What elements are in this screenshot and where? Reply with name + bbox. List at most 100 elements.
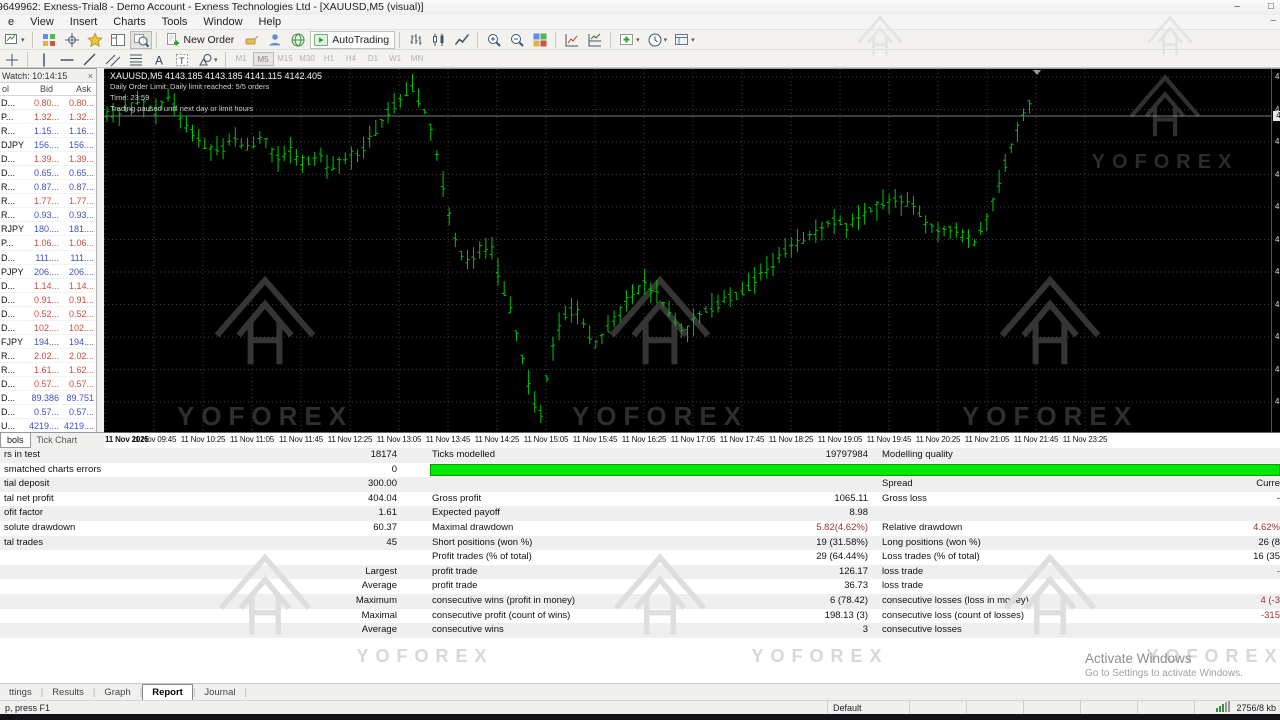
market-watch-row[interactable]: PJPY 206.... 206.... [0,265,96,279]
new-order-button[interactable]: New Order [162,31,241,49]
layouts-button[interactable] [107,31,129,49]
market-watch-row[interactable]: D... 1.39... 1.39... [0,152,96,167]
template-button[interactable]: ▾ [671,31,698,49]
market-watch-row[interactable]: RJPY 180.... 181.... [0,222,96,237]
close-icon[interactable]: × [88,69,93,83]
menu-item-view[interactable]: View [22,15,62,30]
market-watch-row[interactable]: D... 1.14... 1.14... [0,279,96,293]
timeframe-mn-button[interactable]: MN [407,52,428,66]
market-watch-row[interactable]: D... 0.80... 0.80... [0,96,96,111]
market-watch-row[interactable]: D... 102.... 102.... [0,321,96,335]
market-watch-row[interactable]: D... 0.52... 0.52... [0,307,96,321]
time-tick-label: 11 Nov 17:45 [719,435,765,444]
text-label-button[interactable]: A [148,51,170,69]
tester-tab-journal[interactable]: Journal [195,685,244,700]
market-watch-row[interactable]: D... 0.91... 0.91... [0,293,96,307]
horizontal-line-button[interactable] [56,51,78,69]
line-chart-button[interactable] [451,31,473,49]
expert-advisor-button[interactable] [264,31,286,49]
chart-window-button[interactable]: ▾ [1,31,28,49]
market-watch-row[interactable]: P... 1.32... 1.32... [0,110,96,125]
menu-item-charts[interactable]: Charts [105,15,153,30]
autotrading-button[interactable]: AutoTrading [310,31,396,49]
market-watch-row[interactable]: P... 1.06... 1.06... [0,236,96,251]
market-watch-row[interactable]: D... 89.386 89.751 [0,391,96,406]
zoom-in-button[interactable] [483,31,505,49]
timeframe-d1-button[interactable]: D1 [363,52,384,66]
chart-canvas[interactable] [104,69,1272,432]
tile-windows-button[interactable] [529,31,551,49]
time-tick-label: 11 Nov 17:05 [670,435,716,444]
chart-window[interactable]: YOFOREX YOFOREX YOFOREX YOFOREX 44444444444… [104,68,1280,432]
indicator-chart-button[interactable] [584,31,606,49]
time-axis[interactable]: 11 Nov 2025 11 Nov 09:45 11 Nov 10:25 11 No… [104,432,1280,448]
market-watch-tab-tick-chart[interactable]: Tick Chart [31,433,84,447]
shapes-button[interactable]: ▾ [194,51,221,69]
symbol-name: D... [1,98,16,108]
market-watch-row[interactable]: R... 1.61... 1.62... [0,363,96,377]
candlestick-chart-button[interactable] [428,31,450,49]
tester-tab-results[interactable]: Results [43,685,93,700]
market-watch-row[interactable]: R... 0.93... 0.93... [0,208,96,223]
zoom-out-button[interactable] [506,31,528,49]
tester-tab-graph[interactable]: Graph [95,685,139,700]
report-value: 4 (-3 [1260,594,1280,606]
timeframe-w1-button[interactable]: W1 [385,52,406,66]
timeframe-h4-button[interactable]: H4 [341,52,362,66]
add-indicator-button[interactable]: ▾ [616,31,643,49]
toolbar-main: ▾ New Order AutoTrading ▾ ▾ ▾ [0,30,1280,50]
trendline-button[interactable] [79,51,101,69]
minimize-button[interactable]: – [1222,2,1252,13]
time-tick-label: 11 Nov 19:05 [817,435,863,444]
market-watch-row[interactable]: DJPY 156.... 156.... [0,138,96,153]
timeframe-m1-button[interactable]: M1 [231,52,252,66]
status-profile[interactable]: Default [828,701,910,715]
favorites-star-button[interactable] [84,31,106,49]
timeframe-m5-button[interactable]: M5 [252,52,274,66]
indicator-window-icon [565,34,579,47]
market-watch-row[interactable]: R... 0.87... 0.87... [0,180,96,195]
mdi-minimize-button[interactable]: – [1270,15,1276,26]
timeframe-m15-button[interactable]: M15 [275,52,296,66]
report-value: 404.04 [367,492,397,504]
menu-item-tools[interactable]: Tools [154,15,196,30]
time-tick-label: 11 Nov 13:05 [376,435,422,444]
timeframe-h1-button[interactable]: H1 [319,52,340,66]
price-tick-label: 4 [1275,72,1280,81]
period-clock-button[interactable]: ▾ [644,31,671,49]
market-watch-tab-symbols[interactable]: bols [0,433,31,448]
tester-tab-ttings[interactable]: ttings [0,685,41,700]
community-globe-button[interactable] [287,31,309,49]
report-row: tal net profit 404.04 Gross profit 1065.11 G… [0,492,1280,507]
vertical-line-button[interactable] [33,51,55,69]
market-watch-row[interactable]: D... 0.57... 0.57... [0,405,96,420]
menu-item-window[interactable]: Window [195,15,250,30]
market-watch-row[interactable]: R... 1.77... 1.77... [0,194,96,209]
ask-value: 0.80... [68,98,94,108]
menu-item-e[interactable]: e [0,15,22,30]
market-watch-row[interactable]: U... 4219.... 4219.... [0,419,96,432]
fibonacci-button[interactable] [125,51,147,69]
menu-item-help[interactable]: Help [251,15,290,30]
eraser-button[interactable] [241,31,263,49]
bar-chart-button[interactable] [405,31,427,49]
visual-test-button[interactable] [129,31,152,49]
market-watch-row[interactable]: D... 111.... 111.... [0,251,96,265]
menu-item-insert[interactable]: Insert [62,15,106,30]
market-watch-row[interactable]: FJPY 194.... 194.... [0,335,96,349]
crosshair-button[interactable] [61,31,83,49]
market-watch-row[interactable]: D... 0.57... 0.57... [0,377,96,391]
indicator-window-button[interactable] [561,31,583,49]
equidistant-channel-button[interactable] [102,51,124,69]
cursor-crosshair-button[interactable] [1,51,23,69]
market-watch-row[interactable]: D... 0.65... 0.65... [0,166,96,181]
text-box-button[interactable]: T [171,51,193,69]
market-watch-row[interactable]: R... 1.15... 1.16... [0,124,96,139]
toolbar-divider [555,32,557,48]
market-watch-row[interactable]: R... 2.02... 2.02... [0,349,96,363]
profile-button[interactable] [38,31,60,49]
timeframe-m30-button[interactable]: M30 [297,52,318,66]
maximize-button[interactable]: □ [1256,2,1280,13]
report-value: 3 [862,624,868,636]
tester-tab-report[interactable]: Report [142,684,193,701]
